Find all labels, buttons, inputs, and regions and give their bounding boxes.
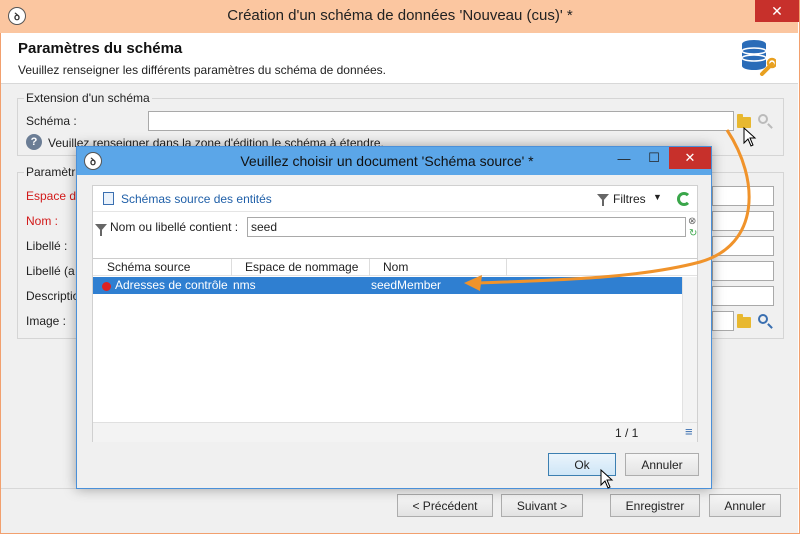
column-separator[interactable] bbox=[369, 259, 370, 276]
main-titlebar[interactable]: ꝺ Création d'un schéma de données 'Nouve… bbox=[0, 0, 799, 33]
image-input[interactable] bbox=[712, 311, 734, 331]
refresh-icon bbox=[677, 192, 691, 206]
schema-status-icon bbox=[102, 282, 111, 291]
schema-list-panel: Schémas source des entités Filtres ▼ Nom… bbox=[92, 185, 698, 442]
extension-group-label: Extension d'un schéma bbox=[24, 91, 152, 105]
clear-search-icon[interactable]: ⊗ bbox=[688, 216, 696, 227]
filter-icon bbox=[597, 194, 609, 206]
search-label: Nom ou libellé contient : bbox=[110, 220, 239, 234]
dialog-title: Veuillez choisir un document 'Schéma sou… bbox=[240, 153, 534, 169]
image-label: Image : bbox=[26, 314, 67, 328]
column-header-name[interactable]: Nom bbox=[383, 260, 408, 274]
grid-footer: 1 / 1 ≡ bbox=[93, 422, 697, 442]
cell-namespace: nms bbox=[233, 278, 256, 292]
dialog-maximize-button[interactable]: ☐ bbox=[639, 147, 669, 169]
main-close-button[interactable]: ✕ bbox=[755, 0, 799, 22]
filters-dropdown[interactable]: Filtres ▼ bbox=[593, 188, 665, 210]
dialog-close-button[interactable]: ✕ bbox=[669, 147, 711, 169]
namespace-input[interactable] bbox=[712, 186, 774, 206]
dialog-cancel-button[interactable]: Annuler bbox=[625, 453, 699, 476]
panel-title: Schémas source des entités bbox=[121, 192, 272, 206]
page-title: Paramètres du schéma bbox=[18, 40, 183, 57]
cell-source: Adresses de contrôle bbox=[115, 278, 228, 292]
grid-header: Schéma source Espace de nommage Nom bbox=[93, 258, 697, 276]
mouse-cursor-icon bbox=[743, 127, 757, 147]
column-header-source[interactable]: Schéma source bbox=[107, 260, 190, 274]
search-filter-icon bbox=[95, 224, 107, 236]
table-row[interactable]: Adresses de contrôle nms seedMember bbox=[93, 277, 697, 294]
namespace-label: Espace de bbox=[26, 189, 83, 203]
save-button[interactable]: Enregistrer bbox=[610, 494, 700, 517]
main-cancel-button[interactable]: Annuler bbox=[709, 494, 781, 517]
pagination-text: 1 / 1 bbox=[615, 426, 639, 440]
column-separator[interactable] bbox=[231, 259, 232, 276]
panel-toolbar: Schémas source des entités Filtres ▼ bbox=[93, 186, 697, 212]
label-plural-input[interactable] bbox=[712, 261, 774, 281]
filters-label: Filtres bbox=[613, 192, 646, 206]
dialog-minimize-button[interactable]: — bbox=[609, 147, 639, 169]
description-input[interactable] bbox=[712, 286, 774, 306]
schema-document-icon bbox=[103, 192, 114, 205]
label-input[interactable] bbox=[712, 236, 774, 256]
schema-search-button[interactable] bbox=[755, 111, 775, 131]
close-icon: ✕ bbox=[771, 2, 783, 19]
label-plural-label: Libellé (a bbox=[26, 264, 75, 278]
parameters-group-label: Paramètr bbox=[24, 165, 78, 179]
dialog-titlebar[interactable]: ꝺ Veuillez choisir un document 'Schéma s… bbox=[77, 147, 711, 175]
name-input[interactable] bbox=[712, 211, 774, 231]
schema-label: Schéma : bbox=[26, 114, 77, 128]
description-label: Descriptio bbox=[26, 289, 80, 303]
magnifier-icon bbox=[758, 314, 768, 324]
refresh-button[interactable] bbox=[675, 190, 693, 208]
maximize-icon: ☐ bbox=[648, 150, 660, 165]
column-header-namespace[interactable]: Espace de nommage bbox=[245, 260, 358, 274]
info-icon: ? bbox=[26, 134, 42, 150]
close-icon: ✕ bbox=[684, 150, 696, 165]
schema-input[interactable] bbox=[148, 111, 734, 131]
chevron-down-icon: ▼ bbox=[653, 192, 662, 202]
mouse-cursor-icon bbox=[600, 469, 614, 489]
database-wrench-icon bbox=[741, 40, 776, 76]
next-button[interactable]: Suivant > bbox=[501, 494, 583, 517]
folder-icon bbox=[737, 314, 751, 328]
search-input[interactable]: seed bbox=[247, 217, 686, 237]
app-logo-icon: ꝺ bbox=[8, 7, 26, 25]
dialog-logo-icon: ꝺ bbox=[84, 152, 102, 170]
vertical-scrollbar[interactable] bbox=[682, 277, 697, 422]
image-search-button[interactable] bbox=[755, 311, 775, 331]
page-subtitle: Veuillez renseigner les différents param… bbox=[18, 63, 386, 77]
magnifier-icon bbox=[758, 114, 768, 124]
name-label: Nom : bbox=[26, 214, 59, 228]
image-browse-button[interactable] bbox=[735, 311, 753, 331]
small-refresh-icon[interactable]: ↻ bbox=[689, 228, 697, 239]
list-menu-icon[interactable]: ≡ bbox=[685, 424, 693, 439]
previous-button[interactable]: < Précédent bbox=[397, 494, 493, 517]
cell-name: seedMember bbox=[371, 278, 442, 292]
schema-chooser-dialog: ꝺ Veuillez choisir un document 'Schéma s… bbox=[76, 146, 712, 489]
minimize-icon: — bbox=[617, 150, 631, 166]
column-separator[interactable] bbox=[506, 259, 507, 276]
label-label: Libellé : bbox=[26, 239, 68, 253]
main-window-title: Création d'un schéma de données 'Nouveau… bbox=[227, 7, 573, 24]
